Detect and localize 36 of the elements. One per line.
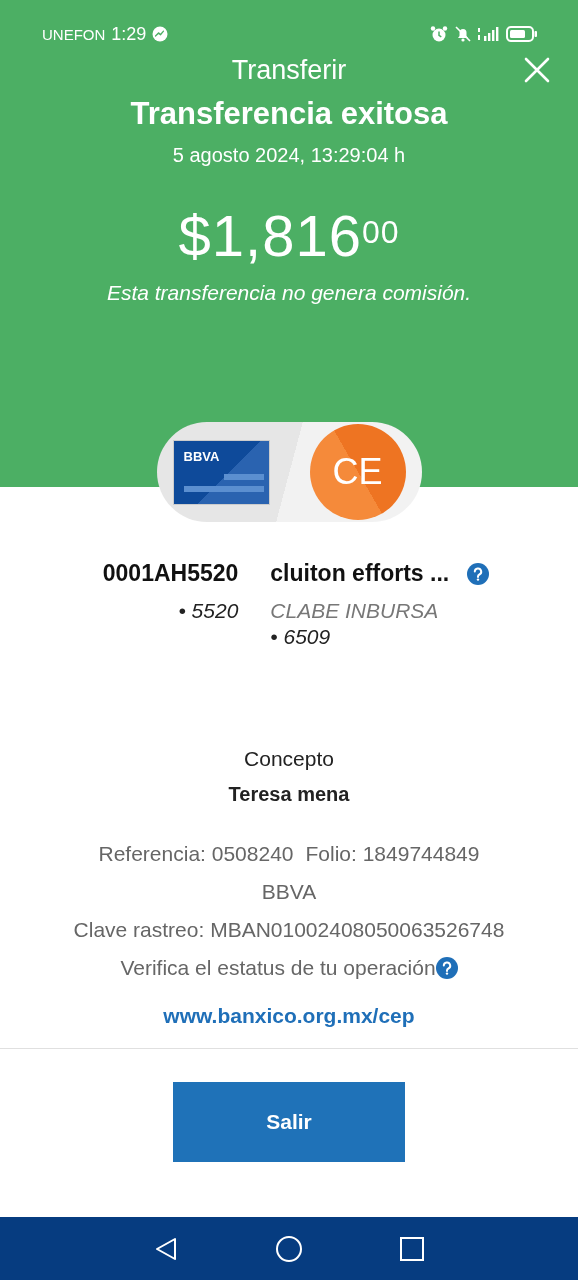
- success-title: Transferencia exitosa: [130, 96, 448, 132]
- messenger-icon: [152, 26, 169, 42]
- exit-button[interactable]: Salir: [173, 1082, 405, 1162]
- tracking-key: Clave rastreo: MBAN01002408050063526748: [73, 918, 505, 942]
- concept-value: Teresa mena: [228, 783, 350, 806]
- muted-bell-icon: [454, 25, 472, 43]
- bank-name: BBVA: [261, 880, 317, 904]
- verify-text: Verifica el estatus de tu operación: [120, 956, 436, 980]
- bank-logo: BBVA: [183, 448, 221, 464]
- carrier-name: UNEFON: [42, 25, 106, 43]
- help-icon: [467, 562, 490, 585]
- battery-icon: [506, 25, 538, 43]
- account-name: 0001AH5520: [102, 560, 239, 587]
- recipient-bank: CLABE INBURSA: [270, 599, 440, 623]
- recents-icon[interactable]: [399, 1235, 425, 1262]
- banxico-link[interactable]: www.banxico.org.mx/cep: [163, 1004, 415, 1028]
- folio-text: Folio: 1849744849: [305, 842, 480, 866]
- clock-time: 1:29: [111, 23, 147, 45]
- card-stripes-icon: [183, 473, 264, 494]
- recipient-name: cluiton efforts ...: [270, 560, 450, 587]
- signal-icon: [478, 25, 500, 43]
- close-button[interactable]: [524, 57, 550, 83]
- transfer-datetime: 5 agosto 2024, 13:29:04 h: [172, 144, 406, 167]
- screen-title: Transferir: [231, 54, 347, 86]
- account-number: • 5520: [178, 599, 239, 623]
- close-icon: [524, 57, 550, 83]
- concept-label: Concepto: [244, 747, 334, 771]
- help-icon: [435, 957, 458, 979]
- account-number: • 6509: [270, 625, 332, 649]
- commission-note: Esta transferencia no genera comisión.: [106, 281, 472, 305]
- initials-avatar: CE: [309, 424, 406, 520]
- transfer-amount: $1,816$^{00}$: [178, 202, 400, 270]
- back-icon[interactable]: [153, 1235, 179, 1262]
- reference-text: Referencia: 0508240: [98, 842, 294, 866]
- home-icon[interactable]: [275, 1234, 303, 1263]
- alarm-icon: [430, 25, 448, 43]
